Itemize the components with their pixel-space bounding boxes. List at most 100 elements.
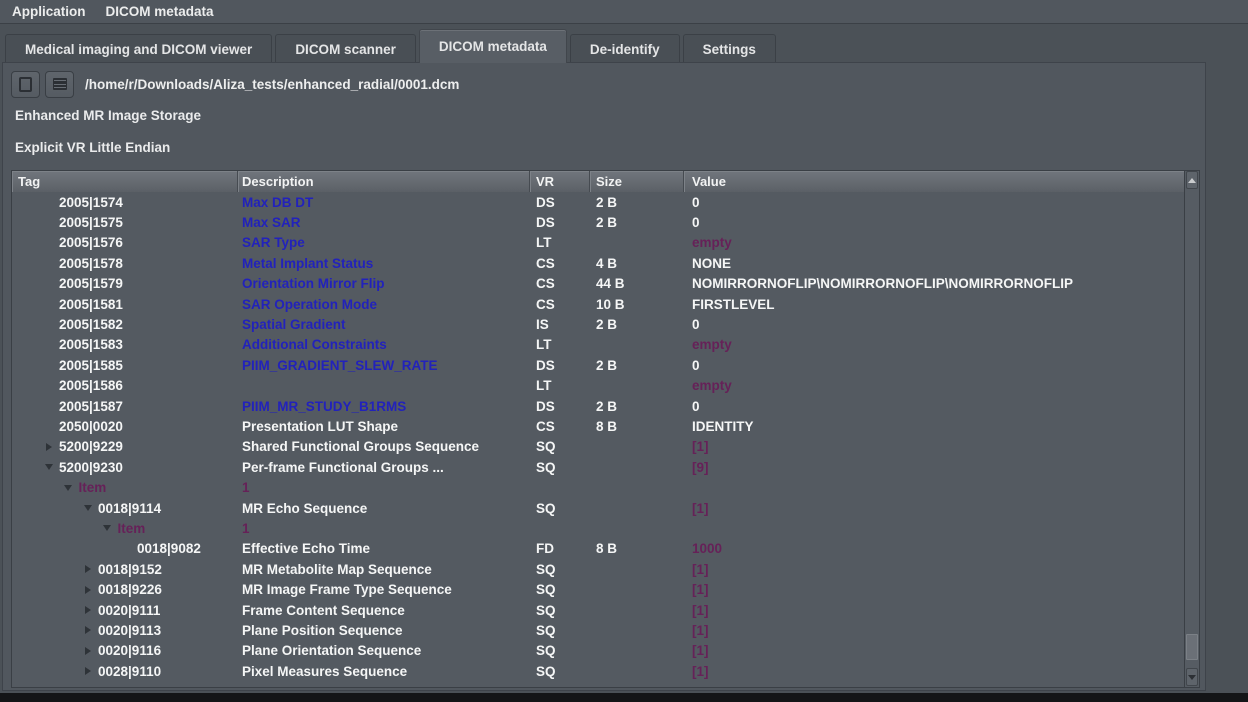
table-row[interactable]: Item1 — [12, 518, 1184, 538]
cell-description: SAR Type — [238, 233, 530, 253]
column-header-tag[interactable]: Tag — [12, 171, 238, 192]
cell-description: SAR Operation Mode — [238, 294, 530, 314]
table-row[interactable]: 2005|1587PIIM_MR_STUDY_B1RMSDS2 B0 — [12, 396, 1184, 416]
menu-dicom-metadata[interactable]: DICOM metadata — [96, 0, 224, 24]
cell-size: 2 B — [590, 314, 684, 334]
cell-tag: 2005|1587 — [59, 399, 123, 414]
cell-description: Spatial Gradient — [238, 314, 530, 334]
column-header-vr[interactable]: VR — [530, 171, 590, 192]
cell-vr — [530, 518, 590, 538]
cell-description: PIIM_MR_STUDY_B1RMS — [238, 396, 530, 416]
cell-vr: SQ — [530, 579, 590, 599]
table-row[interactable]: 2005|1579Orientation Mirror FlipCS44 BNO… — [12, 274, 1184, 294]
vertical-scrollbar[interactable] — [1184, 171, 1199, 687]
table-row[interactable]: 2005|1581SAR Operation ModeCS10 BFIRSTLE… — [12, 294, 1184, 314]
scroll-down-button[interactable] — [1186, 668, 1198, 686]
scrollbar-thumb[interactable] — [1186, 634, 1198, 660]
expand-arrow-expanded-icon[interactable] — [77, 498, 98, 518]
square-outline-button[interactable] — [11, 71, 40, 98]
column-header-value[interactable]: Value — [684, 171, 1184, 192]
table-row[interactable]: 0018|9226MR Image Frame Type SequenceSQ[… — [12, 579, 1184, 599]
cell-tag: 2005|1574 — [59, 195, 123, 210]
cell-size — [590, 498, 684, 518]
cell-tag: 2005|1578 — [59, 256, 123, 271]
cell-vr: DS — [530, 396, 590, 416]
arrow-spacer — [116, 539, 137, 559]
cell-vr: IS — [530, 314, 590, 334]
table-row[interactable]: 2005|1575Max SARDS2 B0 — [12, 212, 1184, 232]
cell-vr: LT — [530, 233, 590, 253]
expand-arrow-collapsed-icon[interactable] — [77, 600, 98, 620]
cell-tag: 5200|9229 — [59, 439, 123, 454]
expand-arrow-collapsed-icon[interactable] — [38, 437, 59, 457]
cell-tag: 5200|9230 — [59, 460, 123, 475]
triangle-glyph — [85, 667, 91, 675]
tab-settings[interactable]: Settings — [683, 34, 776, 63]
tab-dicom-metadata[interactable]: DICOM metadata — [419, 29, 567, 63]
expand-arrow-expanded-icon[interactable] — [97, 518, 118, 538]
column-header-size[interactable]: Size — [590, 171, 684, 192]
expand-arrow-collapsed-icon[interactable] — [77, 579, 98, 599]
tab-de-identify[interactable]: De-identify — [570, 34, 680, 63]
cell-description: MR Metabolite Map Sequence — [238, 559, 530, 579]
scroll-up-button[interactable] — [1186, 171, 1198, 189]
cell-vr: SQ — [530, 498, 590, 518]
cell-size: 2 B — [590, 212, 684, 232]
list-square-button[interactable] — [45, 71, 74, 98]
table-row[interactable]: 0028|9110Pixel Measures SequenceSQ[1] — [12, 661, 1184, 681]
cell-description: Plane Orientation Sequence — [238, 641, 530, 661]
table-row[interactable]: 0020|9111Frame Content SequenceSQ[1] — [12, 600, 1184, 620]
table-row[interactable]: 2005|1586LTempty — [12, 376, 1184, 396]
table-row[interactable]: 0018|9152MR Metabolite Map SequenceSQ[1] — [12, 559, 1184, 579]
cell-vr — [530, 477, 590, 497]
column-header-description[interactable]: Description — [238, 171, 530, 192]
triangle-glyph — [45, 464, 53, 470]
table-row[interactable]: 0020|9116Plane Orientation SequenceSQ[1] — [12, 641, 1184, 661]
table-row[interactable]: Item1 — [12, 477, 1184, 497]
expand-arrow-collapsed-icon[interactable] — [77, 661, 98, 681]
cell-tag: 0018|9114 — [98, 501, 161, 516]
cell-description: 1 — [238, 477, 530, 497]
table-row[interactable]: 2005|1582Spatial GradientIS2 B0 — [12, 314, 1184, 334]
cell-description: Shared Functional Groups Sequence — [238, 437, 530, 457]
expand-arrow-expanded-icon[interactable] — [38, 457, 59, 477]
triangle-glyph — [85, 647, 91, 655]
cell-tag: 0018|9082 — [137, 541, 201, 556]
cell-description: 1 — [238, 518, 530, 538]
cell-value: FIRSTLEVEL — [684, 294, 1184, 314]
file-path: /home/r/Downloads/Aliza_tests/enhanced_r… — [85, 77, 459, 92]
cell-size — [590, 457, 684, 477]
table-row[interactable]: 5200|9230Per-frame Functional Groups ...… — [12, 457, 1184, 477]
table-row[interactable]: 0020|9113Plane Position SequenceSQ[1] — [12, 620, 1184, 640]
cell-value: 0 — [684, 396, 1184, 416]
tab-medical-imaging-viewer[interactable]: Medical imaging and DICOM viewer — [5, 34, 272, 63]
table-row[interactable]: 2005|1585PIIM_GRADIENT_SLEW_RATEDS2 B0 — [12, 355, 1184, 375]
cell-description: Plane Position Sequence — [238, 620, 530, 640]
expand-arrow-collapsed-icon[interactable] — [77, 620, 98, 640]
cell-value: [9] — [684, 457, 1184, 477]
arrow-spacer — [38, 294, 59, 314]
arrow-down-icon — [1188, 675, 1196, 680]
table-row[interactable]: 0018|9114MR Echo SequenceSQ[1] — [12, 498, 1184, 518]
cell-value: [1] — [684, 641, 1184, 661]
table-row[interactable]: 2005|1583Additional ConstraintsLTempty — [12, 335, 1184, 355]
cell-value: [1] — [684, 661, 1184, 681]
cell-value: 0 — [684, 212, 1184, 232]
menu-application[interactable]: Application — [2, 0, 96, 24]
expand-arrow-collapsed-icon[interactable] — [77, 641, 98, 661]
expand-arrow-collapsed-icon[interactable] — [77, 559, 98, 579]
cell-description: MR Echo Sequence — [238, 498, 530, 518]
tab-dicom-scanner[interactable]: DICOM scanner — [275, 34, 416, 63]
arrow-spacer — [38, 335, 59, 355]
table-row[interactable]: 2005|1578Metal Implant StatusCS4 BNONE — [12, 253, 1184, 273]
cell-tag: 2005|1576 — [59, 235, 123, 250]
table-row[interactable]: 2005|1576SAR TypeLTempty — [12, 233, 1184, 253]
table-row[interactable]: 0018|9082Effective Echo TimeFD8 B1000 — [12, 539, 1184, 559]
expand-arrow-expanded-icon[interactable] — [58, 477, 79, 497]
table-row[interactable]: 2050|0020Presentation LUT ShapeCS8 BIDEN… — [12, 416, 1184, 436]
cell-vr: CS — [530, 253, 590, 273]
table-row[interactable]: 5200|9229 Shared Functional Groups Sequen… — [12, 437, 1184, 457]
cell-vr: DS — [530, 355, 590, 375]
table-header: Tag Description VR Size Value — [12, 171, 1184, 192]
table-row[interactable]: 2005|1574Max DB DTDS2 B0 — [12, 192, 1184, 212]
